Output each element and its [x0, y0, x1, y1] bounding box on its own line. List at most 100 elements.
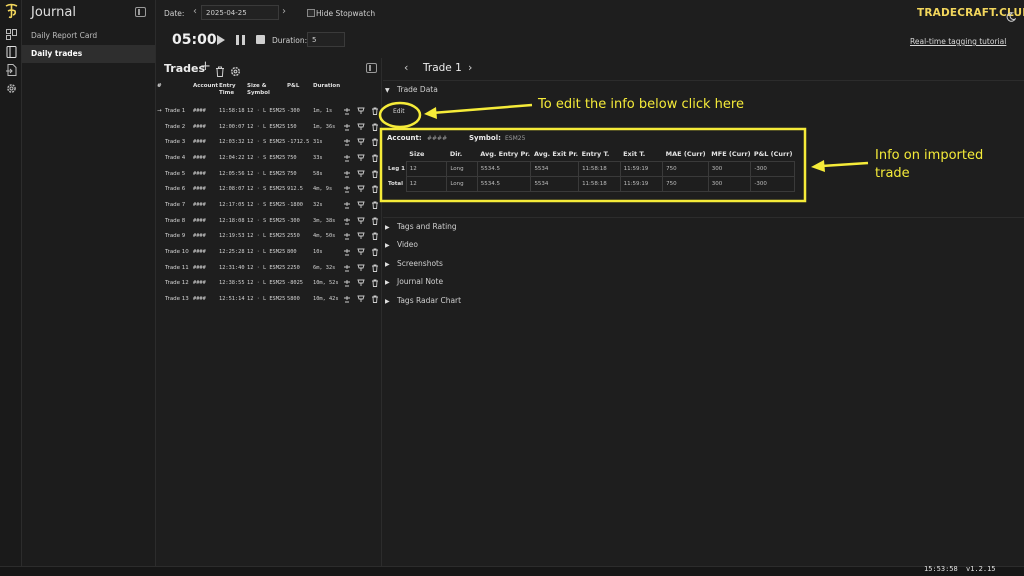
trade-duration: 32s [313, 201, 323, 208]
tag-icon[interactable] [355, 295, 367, 303]
trade-entry-time: 12:03:32 [219, 139, 245, 146]
tag-icon[interactable] [355, 201, 367, 209]
duration-input[interactable]: 5 [307, 32, 345, 47]
trade-row[interactable]: Trade 13 #### 12:51:14 12 · L ESM25 5800 10m,… [156, 291, 382, 307]
trash-icon[interactable] [369, 170, 381, 178]
trade-row[interactable]: Trade 8 #### 12:18:08 12 · S ESM25 -300 3m, 3… [156, 213, 382, 229]
trade-name: Trade 2 [156, 119, 192, 135]
trade-row[interactable]: → Trade 1 #### 11:58:18 12 · L ESM25 -300 1m, … [156, 103, 382, 119]
section-tags-and-rating[interactable]: ▶ Tags and Rating [383, 220, 457, 234]
sidebar-item-daily-report-card[interactable]: Daily Report Card [22, 27, 155, 45]
video-icon[interactable] [341, 154, 353, 162]
trash-icon[interactable] [369, 248, 381, 256]
section-tags-radar-chart[interactable]: ▶ Tags Radar Chart [383, 294, 461, 308]
tag-icon[interactable] [355, 248, 367, 256]
video-icon[interactable] [341, 279, 353, 287]
chevron-right-icon[interactable]: › [282, 6, 286, 17]
section-screenshots[interactable]: ▶ Screenshots [383, 257, 443, 271]
chevron-left-icon[interactable]: ‹ [193, 6, 197, 17]
tag-icon[interactable] [355, 107, 367, 115]
trash-icon[interactable] [369, 107, 381, 115]
tag-icon[interactable] [355, 264, 367, 272]
collapse-panel-icon[interactable] [366, 63, 377, 73]
tag-icon[interactable] [355, 138, 367, 146]
trash-icon[interactable] [369, 217, 381, 225]
chevron-left-icon[interactable]: ‹ [404, 61, 408, 74]
action-cell [368, 134, 382, 150]
leg-cell: 750 [662, 160, 709, 177]
moon-icon[interactable] [1006, 7, 1017, 26]
trash-icon[interactable] [369, 138, 381, 147]
logo-icon[interactable] [3, 3, 19, 19]
collapse-sidebar-icon[interactable] [135, 7, 146, 17]
trash-icon[interactable] [369, 279, 381, 288]
trade-row[interactable]: Trade 12 #### 12:38:55 12 · L ESM25 -8025 10m… [156, 276, 382, 292]
trade-name-label: Trade 9 [165, 233, 186, 240]
stop-icon[interactable] [256, 35, 265, 44]
video-icon[interactable] [341, 123, 353, 131]
trash-icon[interactable] [369, 201, 381, 209]
trash-icon[interactable] [369, 185, 381, 194]
action-cell [340, 197, 354, 213]
trash-icon[interactable] [369, 232, 381, 241]
video-icon[interactable] [341, 201, 353, 209]
tag-icon[interactable] [355, 170, 367, 178]
trade-row[interactable]: Trade 11 #### 12:31:40 12 · L ESM25 2250 6m, … [156, 260, 382, 276]
video-icon[interactable] [341, 232, 353, 240]
pause-icon[interactable] [236, 35, 245, 45]
trade-row[interactable]: Trade 9 #### 12:19:53 12 · L ESM25 2550 4m, 5… [156, 229, 382, 245]
video-icon[interactable] [341, 264, 353, 272]
trade-pnl: 800 [287, 249, 297, 256]
trade-row[interactable]: Trade 5 #### 12:05:56 12 · L ESM25 750 58s [156, 166, 382, 182]
trade-row[interactable]: Trade 3 #### 12:03:32 12 · S ESM25 -1712.5 31… [156, 134, 382, 150]
hide-stopwatch-checkbox[interactable] [307, 9, 315, 17]
tag-icon[interactable] [355, 279, 367, 287]
trade-row[interactable]: Trade 2 #### 12:00:07 12 · L ESM25 150 1m, 36… [156, 119, 382, 135]
tag-icon[interactable] [355, 232, 367, 240]
import-icon[interactable] [3, 62, 19, 78]
symbol-label: Symbol: [469, 134, 501, 142]
video-icon[interactable] [341, 170, 353, 178]
video-icon[interactable] [341, 138, 353, 146]
tag-icon[interactable] [355, 217, 367, 225]
video-icon[interactable] [341, 185, 353, 193]
video-icon[interactable] [341, 295, 353, 303]
trade-row[interactable]: Trade 10 #### 12:25:28 12 · L ESM25 800 10s [156, 244, 382, 260]
dashboard-icon[interactable] [3, 26, 19, 42]
trash-icon[interactable] [215, 62, 225, 81]
trash-icon[interactable] [369, 123, 381, 131]
column-header: P&L [287, 83, 300, 89]
trash-icon[interactable] [369, 154, 381, 162]
section-journal-note[interactable]: ▶ Journal Note [383, 275, 443, 289]
trade-pnl: 5800 [287, 296, 300, 303]
tag-icon[interactable] [355, 123, 367, 131]
date-input[interactable]: 2025-04-25 [201, 5, 279, 20]
column-header: Duration [313, 83, 341, 89]
trade-row[interactable]: Trade 7 #### 12:17:05 12 · S ESM25 -1800 32s [156, 197, 382, 213]
video-icon[interactable] [341, 217, 353, 225]
trade-row[interactable]: Trade 6 #### 12:08:07 12 · S ESM25 912.5 4m, … [156, 181, 382, 197]
action-cell [354, 181, 368, 197]
sidebar-item-daily-trades[interactable]: Daily trades [22, 45, 155, 63]
tag-icon[interactable] [355, 185, 367, 193]
play-icon[interactable] [217, 35, 225, 45]
settings-icon[interactable] [3, 80, 19, 96]
add-trade-icon[interactable]: + [200, 59, 211, 74]
video-icon[interactable] [341, 107, 353, 115]
section-video[interactable]: ▶ Video [383, 238, 418, 252]
trade-name-label: Trade 10 [165, 249, 189, 256]
trade-name-label: Trade 4 [165, 154, 186, 161]
tutorial-link[interactable]: Real-time tagging tutorial [910, 37, 1006, 46]
trade-duration: 10m, 42s [313, 296, 339, 303]
action-cell [354, 229, 368, 245]
section-trade-data[interactable]: ▼ Trade Data [383, 83, 438, 97]
chevron-right-icon[interactable]: › [468, 61, 472, 74]
video-icon[interactable] [341, 248, 353, 256]
edit-button[interactable]: Edit [393, 108, 405, 115]
tag-icon[interactable] [355, 154, 367, 162]
journal-icon[interactable] [3, 44, 19, 60]
trash-icon[interactable] [369, 295, 381, 304]
trash-icon[interactable] [369, 264, 381, 272]
gear-icon[interactable] [230, 62, 241, 81]
trade-row[interactable]: Trade 4 #### 12:04:22 12 · S ESM25 750 33s [156, 150, 382, 166]
